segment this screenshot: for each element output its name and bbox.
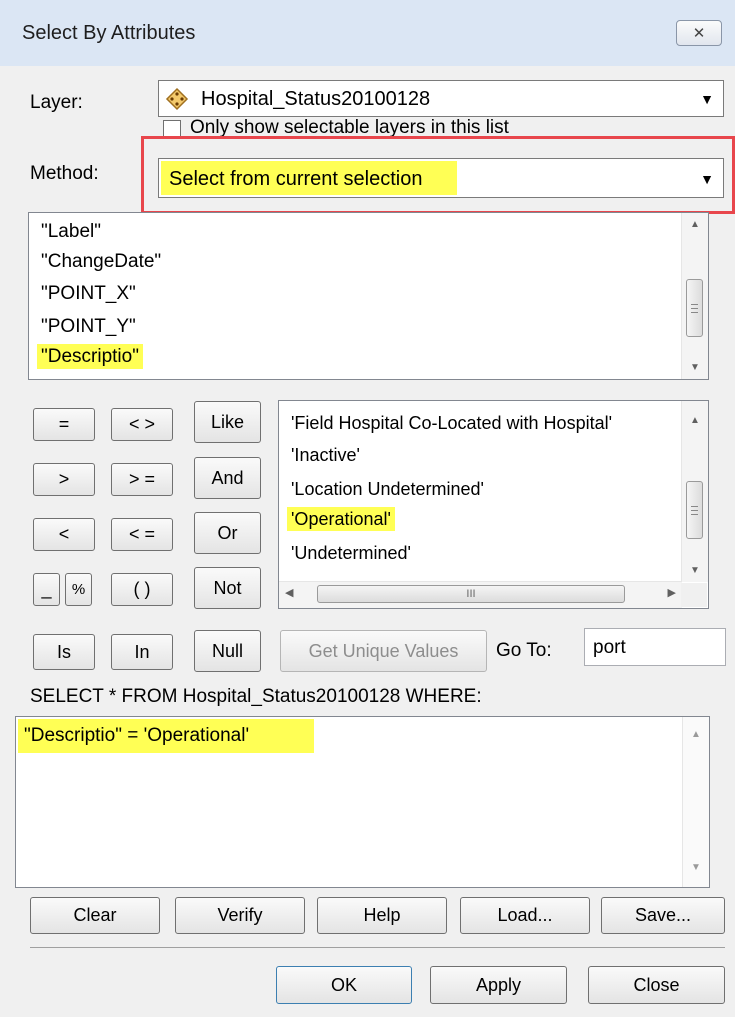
selected-field: "Descriptio" <box>37 344 143 369</box>
close-icon: ✕ <box>692 25 706 42</box>
load-button[interactable]: Load... <box>460 897 590 934</box>
apply-button[interactable]: Apply <box>430 966 567 1004</box>
expression-box[interactable]: "Descriptio" = 'Operational' ▲ ▼ <box>15 716 710 888</box>
help-button[interactable]: Help <box>317 897 447 934</box>
ok-button[interactable]: OK <box>276 966 412 1004</box>
less-than-button[interactable]: < <box>33 518 95 551</box>
close-button[interactable]: Close <box>588 966 725 1004</box>
divider <box>30 947 725 948</box>
parentheses-button[interactable]: ( ) <box>111 573 173 606</box>
scroll-corner <box>681 583 707 607</box>
chevron-down-icon: ▼ <box>700 91 714 107</box>
list-item[interactable]: "POINT_Y" <box>41 316 136 338</box>
goto-value: port <box>593 637 626 658</box>
list-item[interactable]: 'Undetermined' <box>291 543 411 564</box>
hscroll-thumb[interactable]: III <box>317 585 625 603</box>
scroll-right-icon[interactable]: ▶ <box>668 586 676 599</box>
or-button[interactable]: Or <box>194 512 261 554</box>
goto-label: Go To: <box>496 640 552 661</box>
layer-value: Hospital_Status20100128 <box>201 88 431 110</box>
save-button[interactable]: Save... <box>601 897 725 934</box>
list-item-selected[interactable]: "Descriptio" <box>37 344 143 369</box>
hscroll-grip: III <box>466 588 476 600</box>
expression-scrollbar[interactable]: ▲ ▼ <box>682 717 709 887</box>
selectable-layers-label: Only show selectable layers in this list <box>190 117 509 137</box>
fields-scrollbar[interactable]: ▲ ▼ <box>681 213 708 379</box>
percent-button[interactable]: % <box>65 573 92 606</box>
less-equal-button[interactable]: < = <box>111 518 173 551</box>
window-title: Select By Attributes <box>22 22 196 44</box>
method-label: Method: <box>30 163 99 184</box>
scroll-up-icon[interactable]: ▲ <box>682 415 708 426</box>
scroll-up-icon[interactable]: ▲ <box>683 729 709 740</box>
scroll-down-icon[interactable]: ▼ <box>682 362 708 373</box>
scroll-down-icon[interactable]: ▼ <box>682 565 708 576</box>
verify-button[interactable]: Verify <box>175 897 305 934</box>
underscore-button[interactable]: _ <box>33 573 60 606</box>
not-equal-button[interactable]: < > <box>111 408 173 441</box>
values-scrollbar[interactable]: ▲ ▼ <box>681 401 708 582</box>
list-item[interactable]: 'Location Undetermined' <box>291 479 484 500</box>
in-button[interactable]: In <box>111 634 173 670</box>
scroll-thumb[interactable] <box>686 279 703 337</box>
and-button[interactable]: And <box>194 457 261 499</box>
clear-button[interactable]: Clear <box>30 897 160 934</box>
greater-than-button[interactable]: > <box>33 463 95 496</box>
scroll-left-icon[interactable]: ◀ <box>285 586 293 599</box>
null-button[interactable]: Null <box>194 630 261 672</box>
values-hscrollbar[interactable]: ◀ III ▶ <box>279 581 682 608</box>
layer-label: Layer: <box>30 92 83 113</box>
list-item[interactable]: "POINT_X" <box>41 283 136 305</box>
selectable-layers-label-clip: Only show selectable layers in this list <box>190 117 550 137</box>
scroll-thumb[interactable] <box>686 481 703 539</box>
list-item[interactable]: "ChangeDate" <box>41 251 161 273</box>
like-button[interactable]: Like <box>194 401 261 443</box>
values-list[interactable]: 'Field Hospital Co-Located with Hospital… <box>278 400 709 609</box>
select-statement-label: SELECT * FROM Hospital_Status20100128 WH… <box>30 686 482 707</box>
get-unique-values-button[interactable]: Get Unique Values <box>280 630 487 672</box>
goto-input[interactable]: port <box>584 628 726 666</box>
annotation-red-box <box>141 136 735 214</box>
close-window-button[interactable]: ✕ <box>676 20 722 46</box>
greater-equal-button[interactable]: > = <box>111 463 173 496</box>
not-button[interactable]: Not <box>194 567 261 609</box>
list-item-selected[interactable]: 'Operational' <box>287 507 395 531</box>
equals-button[interactable]: = <box>33 408 95 441</box>
list-item[interactable]: "Label" <box>41 221 101 243</box>
layer-dropdown[interactable]: Hospital_Status20100128 ▼ <box>158 80 724 117</box>
layer-diamond-icon <box>165 87 189 111</box>
is-button[interactable]: Is <box>33 634 95 670</box>
list-item[interactable]: 'Field Hospital Co-Located with Hospital… <box>291 413 612 434</box>
scroll-up-icon[interactable]: ▲ <box>682 219 708 230</box>
fields-list[interactable]: "Label" "ChangeDate" "POINT_X" "POINT_Y"… <box>28 212 709 380</box>
scroll-down-icon[interactable]: ▼ <box>683 862 709 873</box>
list-item[interactable]: 'Inactive' <box>291 445 360 466</box>
selected-value: 'Operational' <box>287 507 395 531</box>
expression-text: "Descriptio" = 'Operational' <box>24 725 250 746</box>
